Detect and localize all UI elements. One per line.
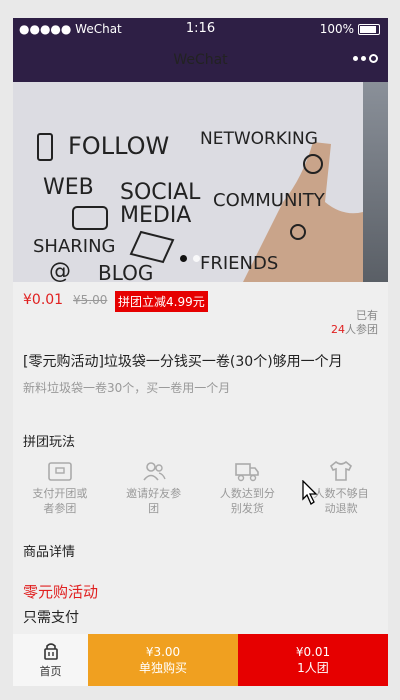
original-price: ¥5.00: [73, 293, 108, 307]
more-menu-button[interactable]: [353, 54, 378, 63]
banner-word: FRIENDS: [200, 253, 278, 274]
rule-step-label: 团: [148, 502, 160, 515]
price-row: ¥0.01 ¥5.00 拼团立减4.99元 已有 24人参团: [13, 282, 388, 337]
rule-step: 邀请好友参 团: [107, 460, 201, 516]
rule-step-label: 者参团: [43, 502, 77, 515]
banner-carousel[interactable]: FOLLOW NETWORKING WEB SOCIAL MEDIA COMMU…: [13, 82, 388, 282]
group-buy-button[interactable]: ¥0.01 1人团: [238, 634, 388, 686]
group-rules-steps: 支付开团或 者参团 邀请好友参 团 人数达到分 别发货 人数不够自 动退款: [13, 460, 388, 516]
truck-icon: [235, 463, 260, 482]
nav-title: WeChat: [173, 52, 228, 68]
banner-word: @: [49, 259, 71, 282]
joined-prefix: 已有: [356, 309, 378, 322]
rule-step-label: 人数达到分: [219, 487, 275, 500]
more-dot-icon: [361, 56, 366, 61]
promo-heading: 零元购活动: [23, 583, 99, 601]
more-dot-icon: [353, 56, 358, 61]
home-label: 首页: [39, 665, 62, 678]
details-line: 只需支付: [23, 610, 79, 626]
rule-step-label: 邀请好友参: [126, 487, 182, 500]
solo-price: ¥3.00: [145, 645, 181, 659]
joined-count: 已有 24人参团: [331, 309, 378, 337]
home-button[interactable]: 首页: [13, 634, 88, 686]
group-price: ¥0.01: [23, 292, 64, 308]
users-icon: [142, 462, 166, 481]
group-rules-heading: 拼团玩法: [23, 435, 76, 450]
rule-step-label: 支付开团或: [32, 487, 88, 500]
wallet-icon: [48, 462, 72, 481]
group-buy-label: 1人团: [297, 661, 329, 675]
banner-image: FOLLOW NETWORKING WEB SOCIAL MEDIA COMMU…: [13, 82, 363, 282]
banner-word: BLOG: [98, 261, 153, 282]
carousel-dots: [180, 255, 200, 262]
product-subtitle: 新料垃圾袋一卷30个，买一卷用一个月: [23, 381, 231, 395]
home-lock-icon: [43, 643, 58, 660]
banner-word: SOCIAL: [120, 180, 201, 205]
status-bar: ●●●●● WeChat 1:16 100%: [13, 18, 388, 40]
group-buy-price: ¥0.01: [295, 645, 331, 659]
solo-label: 单独购买: [138, 661, 187, 675]
banner-word: COMMUNITY: [213, 190, 326, 211]
battery-icon: [358, 23, 380, 35]
joined-number: 24: [331, 323, 345, 336]
nav-bar: WeChat: [13, 40, 388, 82]
joined-suffix: 人参团: [345, 323, 378, 336]
banner-word: FOLLOW: [68, 132, 169, 160]
carousel-dot-active[interactable]: [180, 255, 187, 262]
battery-percent: 100%: [319, 22, 354, 36]
next-slide-preview: [363, 82, 388, 282]
rule-step-label: 别发货: [230, 502, 264, 515]
discount-badge: 拼团立减4.99元: [115, 291, 208, 312]
banner-word: SHARING: [33, 236, 116, 257]
battery-indicator: 100%: [320, 22, 380, 36]
banner-word: MEDIA: [120, 203, 191, 228]
close-circle-icon: [369, 54, 378, 63]
shirt-icon: [330, 460, 353, 481]
bottom-action-bar: 首页 ¥3.00 单独购买 ¥0.01 1人团: [13, 634, 388, 686]
rule-step: 人数达到分 别发货: [201, 460, 295, 516]
details-heading: 商品详情: [23, 545, 76, 560]
banner-word: WEB: [43, 175, 94, 200]
buy-alone-button[interactable]: ¥3.00 单独购买: [88, 634, 238, 686]
phone-screen: ●●●●● WeChat 1:16 100% WeChat FOLLOW NET…: [13, 18, 388, 686]
mouse-cursor-icon: [302, 480, 318, 505]
product-title: [零元购活动]垃圾袋一分钱买一卷(30个)够用一个月: [23, 354, 343, 370]
rule-step: 支付开团或 者参团: [13, 460, 107, 516]
banner-word: NETWORKING: [200, 129, 318, 149]
carousel-dot[interactable]: [193, 255, 200, 262]
